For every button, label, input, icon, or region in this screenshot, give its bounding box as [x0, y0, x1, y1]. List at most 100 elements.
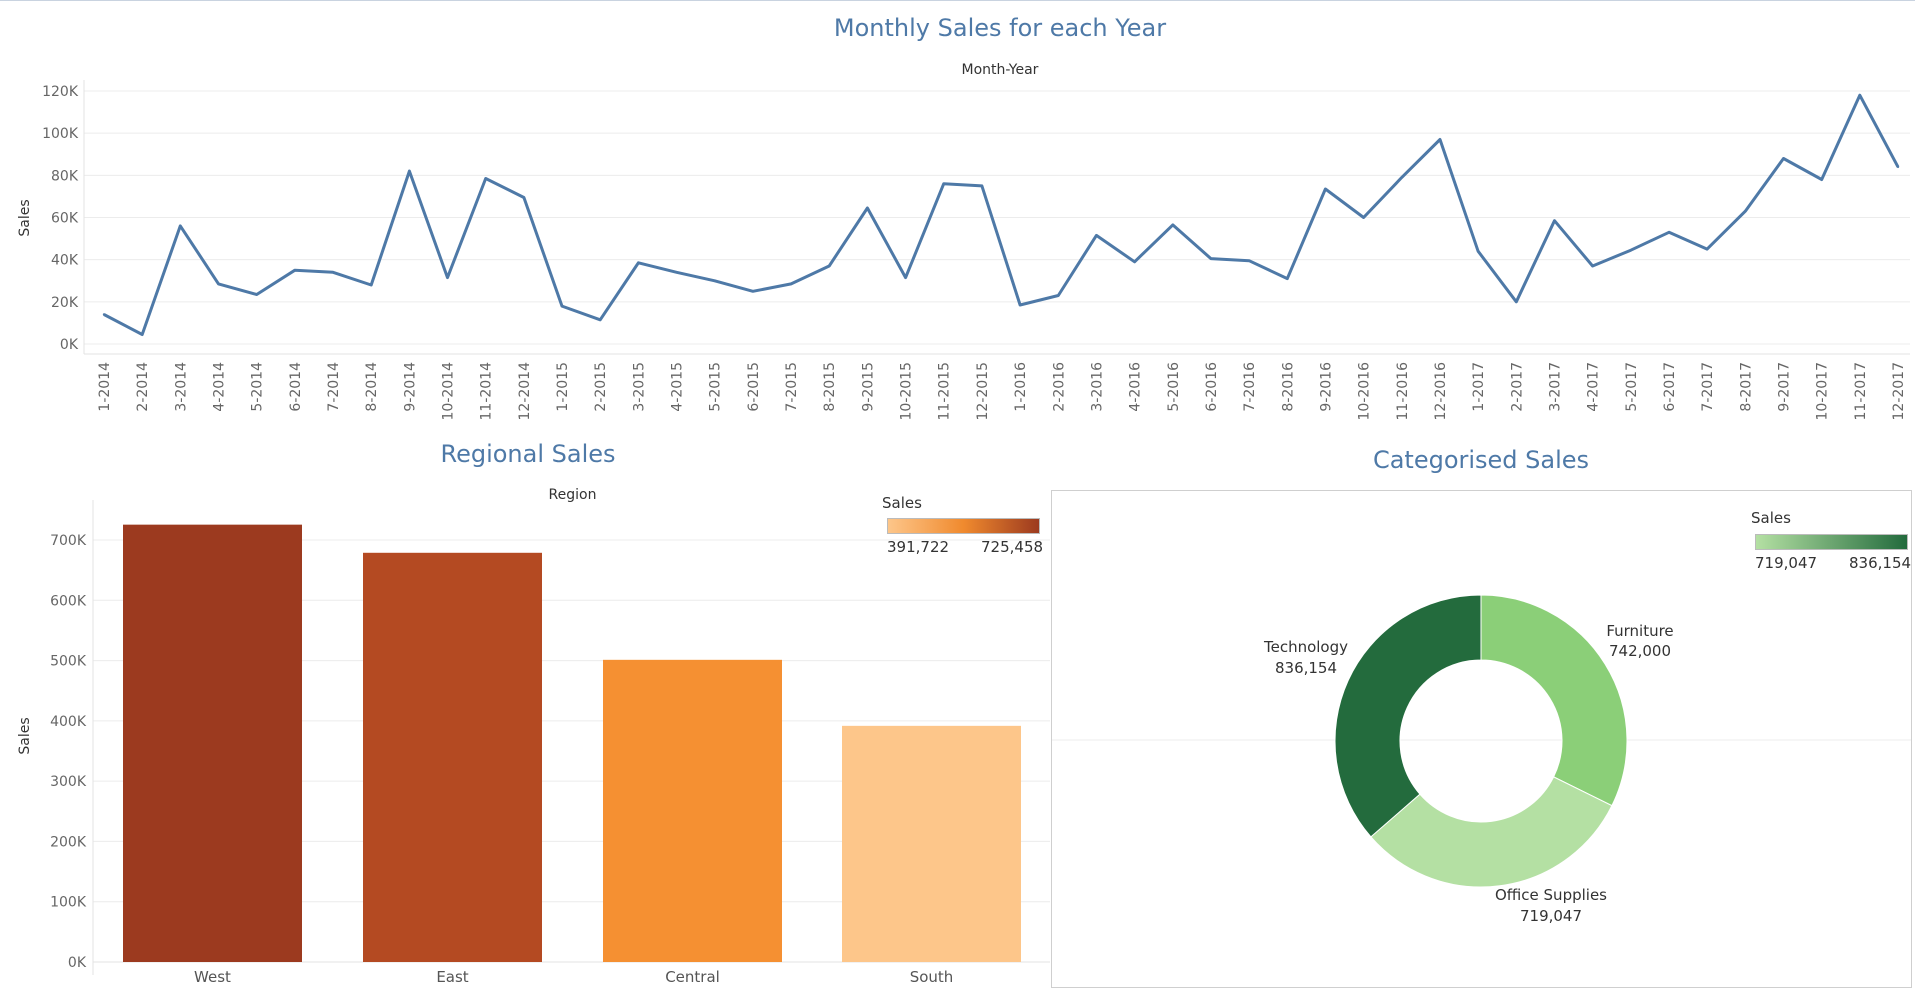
- line-data-point: [1324, 187, 1327, 191]
- bar-central: [603, 659, 782, 962]
- line-data-point: [1705, 247, 1709, 251]
- line-data-point: [1896, 165, 1900, 169]
- donut-value-label: 836,154: [1275, 659, 1337, 677]
- line-data-point: [904, 276, 907, 279]
- line-x-tick-label: 5-2017: [1624, 362, 1640, 412]
- donut-category-label: Office Supplies: [1495, 886, 1607, 904]
- donut-value-label: 719,047: [1520, 907, 1582, 925]
- bar-y-tick-label: 100K: [50, 895, 87, 911]
- line-data-point: [1476, 250, 1480, 253]
- line-data-point: [1515, 300, 1518, 304]
- line-x-tick-label: 5-2016: [1166, 362, 1182, 412]
- line-data-point: [1018, 303, 1022, 307]
- bar-y-tick-label: 0K: [68, 955, 87, 971]
- line-x-tick-label: 10-2016: [1357, 362, 1373, 421]
- line-x-tick-label: 3-2014: [173, 362, 189, 412]
- line-x-tick-label: 9-2017: [1777, 362, 1793, 412]
- line-data-point: [1438, 138, 1442, 141]
- line-x-tick-label: 1-2016: [1013, 362, 1029, 412]
- line-data-point: [102, 313, 106, 316]
- line-y-tick-label: 20K: [51, 295, 79, 311]
- line-data-point: [675, 271, 678, 274]
- donut-value-label: 742,000: [1609, 642, 1671, 660]
- line-data-point: [599, 318, 602, 321]
- line-x-tick-label: 11-2017: [1853, 362, 1869, 421]
- line-x-tick-label: 11-2016: [1395, 362, 1411, 421]
- line-data-point: [369, 283, 373, 287]
- line-x-tick-label: 2-2017: [1509, 362, 1525, 412]
- line-data-point: [560, 304, 564, 308]
- line-data-point: [331, 271, 335, 274]
- line-y-tick-label: 80K: [51, 168, 79, 184]
- line-data-point: [1209, 257, 1213, 260]
- line-x-tick-label: 12-2016: [1433, 362, 1449, 421]
- line-y-tick-label: 120K: [42, 84, 79, 100]
- line-data-point: [980, 184, 984, 188]
- bar-east: [363, 552, 542, 962]
- bar-x-tick-label: East: [436, 968, 468, 986]
- bar-y-axis-label: Sales: [17, 717, 33, 754]
- line-data-point: [789, 282, 793, 286]
- line-x-tick-label: 6-2014: [288, 362, 304, 412]
- line-x-tick-label: 12-2014: [517, 362, 533, 421]
- line-data-point: [1400, 176, 1403, 179]
- line-data-point: [1133, 260, 1136, 263]
- line-data-point: [1095, 234, 1098, 237]
- bar-y-tick-label: 500K: [50, 654, 87, 670]
- line-x-tick-label: 5-2014: [250, 362, 266, 412]
- sales-line-series: [103, 93, 1900, 336]
- line-y-tick-label: 60K: [51, 211, 79, 227]
- line-x-tick-label: 10-2014: [441, 362, 457, 421]
- line-x-tick-label: 9-2016: [1318, 362, 1334, 412]
- line-x-tick-label: 3-2017: [1548, 362, 1564, 412]
- line-data-point: [942, 182, 945, 185]
- line-data-point: [1553, 219, 1556, 222]
- line-x-tick-label: 11-2014: [479, 362, 495, 421]
- donut-category-label: Technology: [1263, 638, 1348, 656]
- line-x-tick-label: 11-2015: [937, 362, 953, 421]
- line-x-tick-label: 7-2016: [1242, 362, 1258, 412]
- line-x-tick-label: 10-2017: [1815, 362, 1831, 421]
- line-x-tick-label: 2-2014: [135, 362, 151, 412]
- line-data-point: [1362, 216, 1365, 219]
- line-data-point: [293, 269, 297, 272]
- line-data-point: [1782, 157, 1785, 160]
- bar-x-tick-label: Central: [665, 968, 720, 986]
- line-data-point: [522, 196, 526, 199]
- line-data-point: [217, 282, 220, 286]
- bar-south: [842, 725, 1021, 962]
- line-data-point: [1820, 178, 1823, 181]
- line-x-tick-label: 3-2015: [631, 362, 647, 412]
- line-x-tick-label: 7-2015: [784, 362, 800, 412]
- line-data-point: [446, 276, 449, 279]
- line-x-tick-label: 1-2014: [97, 362, 113, 412]
- line-data-point: [1591, 264, 1594, 268]
- line-x-tick-label: 4-2016: [1128, 362, 1144, 412]
- line-x-tick-label: 8-2015: [822, 362, 838, 412]
- line-data-point: [713, 279, 716, 282]
- line-x-tick-label: 1-2015: [555, 362, 571, 412]
- line-x-tick-label: 8-2016: [1280, 362, 1296, 412]
- line-y-tick-label: 0K: [60, 337, 79, 353]
- line-data-point: [1858, 94, 1862, 97]
- donut-slice-technology: [1334, 594, 1482, 838]
- line-data-point: [1057, 294, 1060, 297]
- line-x-tick-label: 2-2015: [593, 362, 609, 412]
- line-data-point: [1247, 259, 1251, 262]
- line-data-point: [866, 206, 869, 210]
- bar-x-tick-label: South: [910, 968, 954, 986]
- line-data-point: [1171, 223, 1174, 227]
- line-x-tick-label: 4-2015: [670, 362, 686, 412]
- line-x-tick-label: 7-2014: [326, 362, 342, 412]
- line-x-tick-label: 12-2015: [975, 362, 991, 421]
- line-data-point: [751, 290, 755, 293]
- line-x-tick-label: 4-2017: [1586, 362, 1602, 412]
- line-y-tick-label: 40K: [51, 253, 79, 269]
- bar-y-tick-label: 600K: [50, 593, 87, 609]
- line-x-tick-label: 5-2015: [708, 362, 724, 412]
- line-data-point: [1744, 209, 1747, 213]
- line-x-tick-label: 10-2015: [899, 362, 915, 421]
- line-x-tick-label: 2-2016: [1051, 362, 1067, 412]
- bar-y-tick-label: 200K: [50, 834, 87, 850]
- line-x-tick-label: 6-2016: [1204, 362, 1220, 412]
